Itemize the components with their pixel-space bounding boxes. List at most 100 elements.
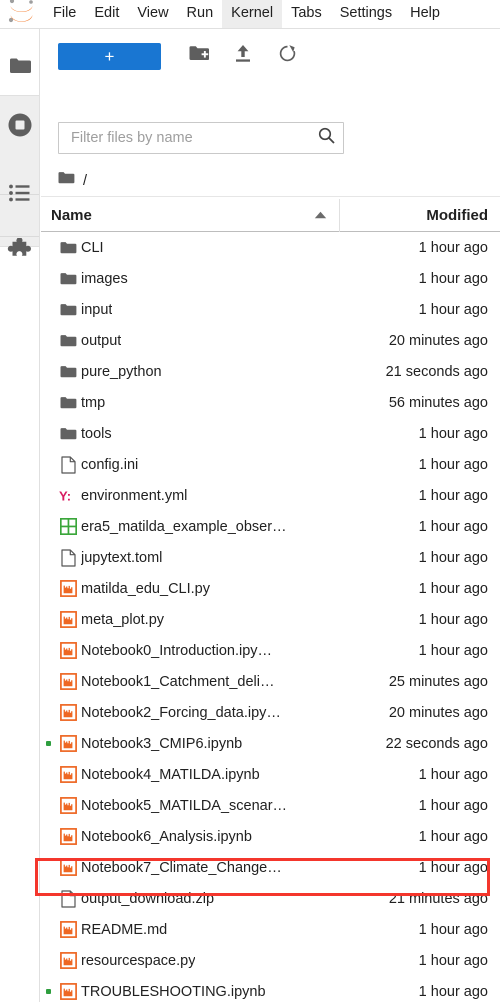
- new-folder-button[interactable]: [177, 39, 221, 73]
- sidebar-item-table-of-contents[interactable]: [0, 170, 39, 220]
- file-modified: 1 hour ago: [418, 549, 488, 566]
- notebook-icon: [55, 766, 81, 783]
- file-browser-panel: + Filter files by name / Name Modified C…: [41, 29, 500, 1002]
- notebook-icon: [55, 797, 81, 814]
- menu-item-help[interactable]: Help: [401, 0, 449, 28]
- menu-item-settings[interactable]: Settings: [331, 0, 401, 28]
- sidebar-item-running-sessions[interactable]: [0, 102, 39, 152]
- menu-bar: File Edit View Run Kernel Tabs Settings Help: [0, 0, 500, 29]
- filter-files-input[interactable]: [69, 129, 318, 147]
- file-list-item[interactable]: images 1 hour ago: [41, 263, 500, 294]
- file-list-item[interactable]: meta_plot.py 1 hour ago: [41, 604, 500, 635]
- folder-icon: [55, 241, 81, 255]
- file-icon: [55, 889, 81, 908]
- upload-button[interactable]: [221, 39, 265, 73]
- notebook-icon: [55, 859, 81, 876]
- file-modified: 1 hour ago: [418, 983, 488, 1000]
- column-header-name[interactable]: Name: [41, 198, 340, 232]
- file-name: Notebook0_Introduction.ipy…: [81, 642, 273, 659]
- file-name: era5_matilda_example_obser…: [81, 518, 287, 535]
- refresh-button[interactable]: [265, 39, 309, 73]
- running-indicator-slot: [41, 741, 55, 746]
- menu-item-view[interactable]: View: [128, 0, 177, 28]
- file-name: Notebook4_MATILDA.ipynb: [81, 766, 260, 783]
- file-name: Notebook2_Forcing_data.ipy…: [81, 704, 281, 721]
- menu-item-run[interactable]: Run: [178, 0, 223, 28]
- filter-files-container: [58, 122, 344, 154]
- file-list-item[interactable]: CLI 1 hour ago: [41, 232, 500, 263]
- file-name: environment.yml: [81, 487, 188, 504]
- file-name: README.md: [81, 921, 168, 938]
- plus-icon: +: [104, 46, 115, 66]
- file-list-item[interactable]: Notebook4_MATILDA.ipynb 1 hour ago: [41, 759, 500, 790]
- file-modified: 1 hour ago: [418, 766, 488, 783]
- file-list-item[interactable]: README.md 1 hour ago: [41, 914, 500, 945]
- menu-item-kernel[interactable]: Kernel: [222, 0, 283, 28]
- file-name: Notebook7_Climate_Change…: [81, 859, 282, 876]
- file-modified: 56 minutes ago: [388, 394, 488, 411]
- file-list-item[interactable]: input 1 hour ago: [41, 294, 500, 325]
- file-name: Notebook3_CMIP6.ipynb: [81, 735, 243, 752]
- file-name: meta_plot.py: [81, 611, 165, 628]
- activity-bar: [0, 29, 40, 1002]
- file-list-item[interactable]: config.ini 1 hour ago: [41, 449, 500, 480]
- file-modified: 1 hour ago: [418, 611, 488, 628]
- file-modified: 1 hour ago: [418, 487, 488, 504]
- file-list-item[interactable]: pure_python 21 seconds ago: [41, 356, 500, 387]
- svg-text:Y:: Y:: [59, 488, 71, 503]
- file-list-item[interactable]: output_download.zip 21 minutes ago: [41, 883, 500, 914]
- file-name: resourcespace.py: [81, 952, 196, 969]
- new-launcher-button[interactable]: +: [58, 42, 161, 70]
- file-list-item[interactable]: matilda_edu_CLI.py 1 hour ago: [41, 573, 500, 604]
- menu-item-edit[interactable]: Edit: [85, 0, 128, 28]
- file-name: config.ini: [81, 456, 139, 473]
- menu-item-file[interactable]: File: [44, 0, 85, 28]
- file-list-item[interactable]: Notebook2_Forcing_data.ipy… 20 minutes ag…: [41, 697, 500, 728]
- file-list-item[interactable]: jupytext.toml 1 hour ago: [41, 542, 500, 573]
- file-modified: 1 hour ago: [418, 239, 488, 256]
- folder-icon: [55, 396, 81, 410]
- file-list-item[interactable]: era5_matilda_example_obser… 1 hour ago: [41, 511, 500, 542]
- file-name: pure_python: [81, 363, 162, 380]
- file-name: output: [81, 332, 122, 349]
- file-list-item[interactable]: Notebook6_Analysis.ipynb 1 hour ago: [41, 821, 500, 852]
- file-modified: 1 hour ago: [418, 456, 488, 473]
- file-modified: 20 minutes ago: [388, 332, 488, 349]
- file-browser-toolbar: +: [41, 29, 500, 83]
- file-list-item[interactable]: Notebook7_Climate_Change… 1 hour ago: [41, 852, 500, 883]
- folder-icon: [55, 334, 81, 348]
- breadcrumb-path[interactable]: /: [83, 173, 87, 189]
- menu-item-tabs[interactable]: Tabs: [282, 0, 331, 28]
- file-modified: 1 hour ago: [418, 518, 488, 535]
- file-modified: 1 hour ago: [418, 301, 488, 318]
- filter-files-box[interactable]: [58, 122, 344, 154]
- file-list-item[interactable]: output 20 minutes ago: [41, 325, 500, 356]
- file-modified: 21 minutes ago: [388, 890, 488, 907]
- folder-icon[interactable]: [58, 171, 75, 190]
- list-icon: [8, 183, 32, 208]
- sidebar-item-file-browser[interactable]: [0, 43, 39, 93]
- column-header-modified[interactable]: Modified: [340, 199, 500, 232]
- file-list-item[interactable]: Notebook1_Catchment_deli… 25 minutes ago: [41, 666, 500, 697]
- file-name: TROUBLESHOOTING.ipynb: [81, 983, 266, 1000]
- file-list-item[interactable]: tools 1 hour ago: [41, 418, 500, 449]
- file-list-item[interactable]: TROUBLESHOOTING.ipynb 1 hour ago: [41, 976, 500, 1002]
- file-icon: [55, 548, 81, 567]
- file-list-item[interactable]: Y: environment.yml 1 hour ago: [41, 480, 500, 511]
- file-modified: 1 hour ago: [418, 270, 488, 287]
- file-modified: 1 hour ago: [418, 828, 488, 845]
- file-list[interactable]: CLI 1 hour ago images 1 hour ago input 1 hour…: [41, 232, 500, 1002]
- running-indicator-slot: [41, 989, 55, 994]
- notebook-icon: [55, 735, 81, 752]
- file-list-item[interactable]: Notebook0_Introduction.ipy… 1 hour ago: [41, 635, 500, 666]
- file-list-item[interactable]: resourcespace.py 1 hour ago: [41, 945, 500, 976]
- sidebar-item-extension-manager[interactable]: [0, 228, 39, 278]
- notebook-icon: [55, 642, 81, 659]
- breadcrumb[interactable]: /: [41, 165, 500, 197]
- puzzle-piece-icon: [7, 237, 32, 268]
- file-modified: 1 hour ago: [418, 425, 488, 442]
- file-list-item[interactable]: Notebook5_MATILDA_scenar… 1 hour ago: [41, 790, 500, 821]
- notebook-icon: [55, 611, 81, 628]
- file-list-item[interactable]: tmp 56 minutes ago: [41, 387, 500, 418]
- file-list-item[interactable]: Notebook3_CMIP6.ipynb 22 seconds ago: [41, 728, 500, 759]
